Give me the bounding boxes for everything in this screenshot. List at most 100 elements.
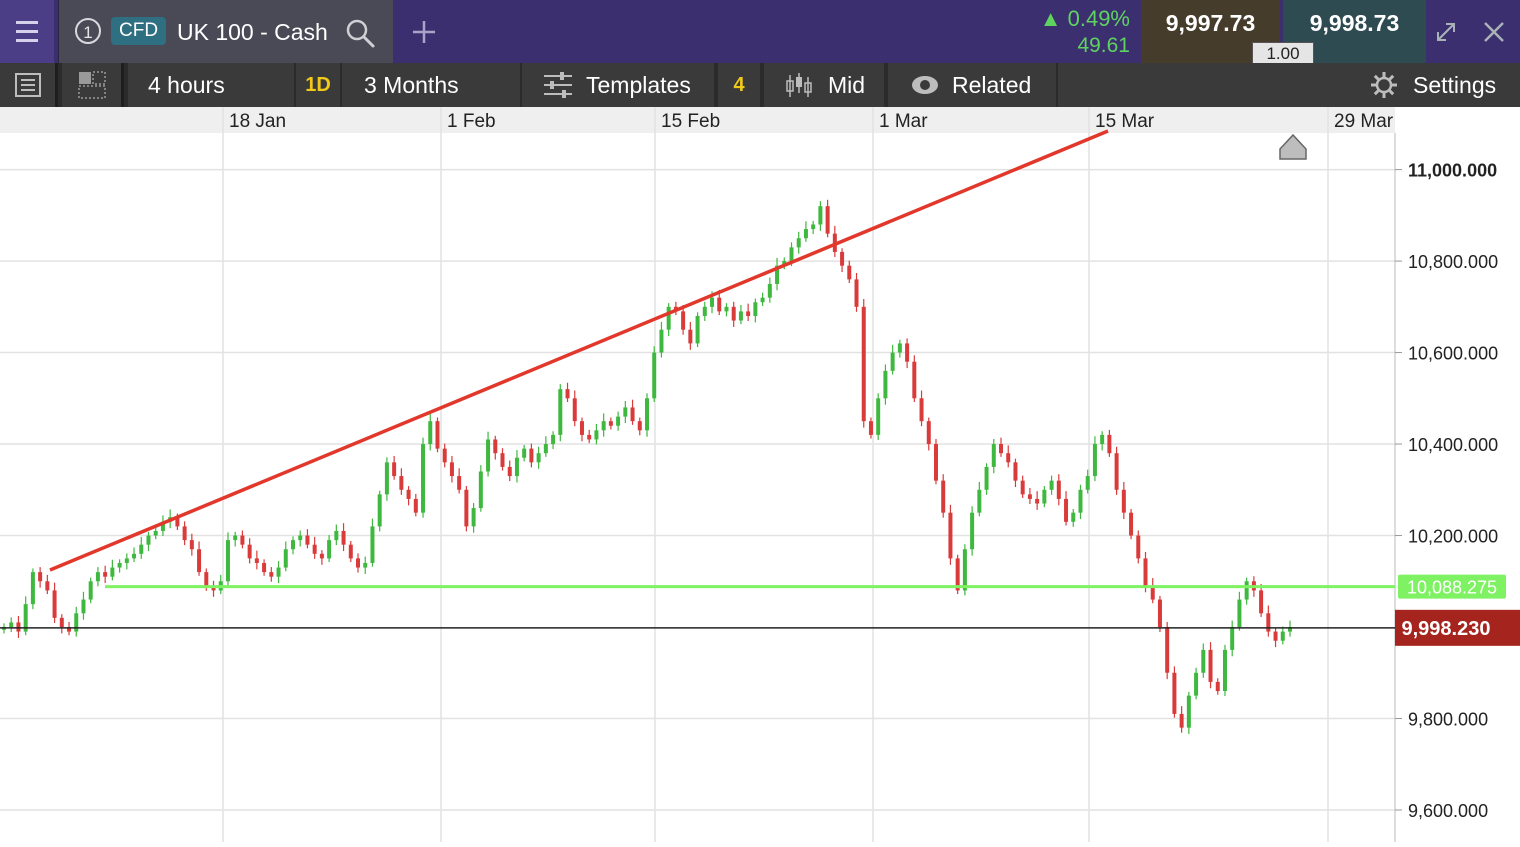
x-tick-label: 1 Feb <box>447 111 496 132</box>
candle-body <box>760 297 765 303</box>
candle-body <box>630 407 635 422</box>
candle-body <box>717 297 722 312</box>
expand-icon[interactable] <box>1432 18 1460 46</box>
candle-body <box>413 498 418 513</box>
instrument-tab[interactable]: 1 CFD UK 100 - Cash <box>58 0 393 63</box>
candle-body <box>110 567 115 577</box>
candle-body <box>240 535 245 545</box>
y-tick-label: 9,600.000 <box>1408 801 1488 821</box>
product-type-badge: CFD <box>111 17 167 45</box>
candle-body <box>52 590 57 618</box>
list-view-button[interactable] <box>0 63 58 107</box>
candle-body <box>695 315 700 344</box>
candle-body <box>305 535 310 545</box>
y-tick-label: 10,200.000 <box>1408 527 1498 547</box>
candle-body <box>652 352 657 399</box>
candle-body <box>818 206 823 225</box>
templates-button[interactable]: Templates <box>522 63 714 107</box>
candle-body <box>1244 581 1249 600</box>
candle-body <box>941 480 946 513</box>
candle-body <box>139 544 144 554</box>
price-mode-button[interactable]: Mid <box>764 63 884 107</box>
price-chart[interactable]: 18 Jan 1 Feb 15 Feb 1 Mar 15 Mar 29 Mar 11,00… <box>0 107 1520 842</box>
candle-body <box>1121 489 1126 513</box>
close-icon[interactable] <box>1482 20 1506 44</box>
eye-icon <box>912 76 938 94</box>
candle-body <box>991 444 996 467</box>
price-axis <box>1395 133 1520 842</box>
candle-body <box>854 279 859 307</box>
candle-body <box>493 439 498 454</box>
hamburger-menu-icon[interactable] <box>0 0 54 63</box>
candle-body <box>262 562 267 573</box>
candle-body <box>269 572 274 577</box>
search-icon[interactable] <box>343 16 377 50</box>
add-tab-icon[interactable] <box>410 18 438 46</box>
interval-dropdown[interactable]: 4 hours <box>128 63 294 107</box>
tab-number: 1 <box>75 18 101 44</box>
candle-body <box>435 421 440 449</box>
candle-body <box>688 329 693 344</box>
candle-body <box>74 613 79 632</box>
candle-body <box>225 540 230 582</box>
candle-body <box>1186 695 1191 728</box>
sliders-icon <box>544 72 572 98</box>
candle-body <box>348 544 353 559</box>
candle-body <box>514 457 519 477</box>
up-arrow-icon: ▲ <box>1039 6 1062 31</box>
candle-body <box>30 572 35 605</box>
candle-body <box>933 444 938 481</box>
candle-body <box>608 421 613 426</box>
candle-body <box>95 572 100 582</box>
candle-body <box>9 622 14 628</box>
y-tick-label: 10,600.000 <box>1408 344 1498 364</box>
candle-body <box>1143 558 1148 586</box>
candle-body <box>182 526 187 541</box>
layout-button[interactable] <box>62 63 124 107</box>
candle-body <box>254 558 259 563</box>
candle-body <box>738 311 743 321</box>
candle-body <box>919 398 924 422</box>
candlestick-icon <box>786 73 812 97</box>
candle-body <box>601 421 606 431</box>
candle-body <box>926 421 931 445</box>
candle-body <box>471 508 476 527</box>
candle-body <box>59 617 64 628</box>
chart-toolbar: 4 hours 1D 3 Months Templates 4 Mid Rela… <box>0 63 1520 107</box>
candle-body <box>731 306 736 321</box>
candle-body <box>327 540 332 559</box>
candle-body <box>399 476 404 490</box>
y-tick-label: 9,800.000 <box>1408 709 1488 729</box>
candle-body <box>1013 462 1018 481</box>
candle-body <box>883 370 888 399</box>
candle-body <box>572 398 577 422</box>
range-dropdown[interactable]: 3 Months <box>342 63 520 107</box>
candle-body <box>948 512 953 559</box>
candle-body <box>1107 434 1112 454</box>
candle-body <box>464 489 469 527</box>
related-button[interactable]: Related <box>888 63 1056 107</box>
settings-button[interactable]: Settings <box>1058 63 1520 107</box>
candle-body <box>392 462 397 477</box>
candle-body <box>645 398 649 431</box>
candle-body <box>861 306 866 422</box>
candle-body <box>587 434 592 440</box>
chart-canvas[interactable]: 18 Jan 1 Feb 15 Feb 1 Mar 15 Mar 29 Mar 11,00… <box>0 107 1520 842</box>
x-tick-label: 29 Mar <box>1334 111 1394 132</box>
candle-body <box>1215 681 1220 692</box>
candle-body <box>876 398 881 435</box>
candle-body <box>890 352 895 371</box>
spread-value: 1.00 <box>1252 42 1314 64</box>
templates-count-badge: 4 <box>718 63 760 107</box>
candle-body <box>970 512 975 550</box>
candle-body <box>767 283 772 298</box>
support-level-label: 10,088.275 <box>1407 578 1497 598</box>
candle-body <box>478 471 483 509</box>
candle-body <box>1035 498 1040 504</box>
candle-body <box>1020 480 1025 495</box>
candle-body <box>529 448 534 463</box>
candle-body <box>442 448 447 463</box>
period-1d-button[interactable]: 1D <box>296 63 340 107</box>
candle-body <box>977 489 982 513</box>
y-tick-label: 10,800.000 <box>1408 252 1498 272</box>
